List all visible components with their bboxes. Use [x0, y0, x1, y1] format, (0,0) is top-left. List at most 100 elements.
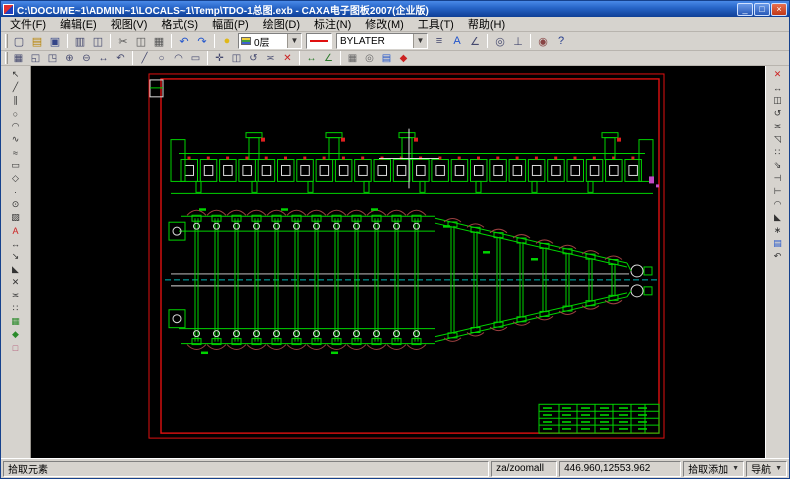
mirror-tool[interactable]: ≍ [5, 289, 27, 302]
block-tool[interactable]: ▦ [5, 315, 27, 328]
arc-tool[interactable]: ◠ [5, 120, 27, 133]
undo-button[interactable]: ↶ [175, 33, 193, 49]
rotate-button[interactable]: ↺ [245, 52, 262, 65]
snap-button[interactable]: ◎ [361, 52, 378, 65]
eraser-tool[interactable]: □ [5, 341, 27, 354]
print-preview-button[interactable]: ◫ [89, 33, 107, 49]
nav-mode-dropdown[interactable]: 导航 ▼ [746, 460, 787, 477]
point-snap-button[interactable]: ◎ [491, 33, 509, 49]
rect-tool[interactable]: ▭ [5, 159, 27, 172]
copy-tool[interactable]: ◫ [769, 94, 787, 107]
cut-button[interactable]: ✂ [114, 33, 132, 49]
new-button[interactable]: ▢ [10, 33, 28, 49]
zoom-out-button[interactable]: ⊖ [78, 52, 95, 65]
zoom-in-button[interactable]: ⊕ [61, 52, 78, 65]
pan-button[interactable]: ↔ [95, 52, 112, 65]
move-button[interactable]: ✛ [211, 52, 228, 65]
current-color-button[interactable] [306, 33, 332, 49]
close-button[interactable]: × [771, 2, 787, 16]
ellipse-tool[interactable]: ⊙ [5, 198, 27, 211]
scale-tool[interactable]: ◹ [769, 133, 787, 146]
spline-tool[interactable]: ∿ [5, 133, 27, 146]
paste-button[interactable]: ▦ [150, 33, 168, 49]
menu-help[interactable]: 帮助(H) [461, 15, 512, 33]
select-tool[interactable]: ↖ [5, 68, 27, 81]
zoom-all-button[interactable]: ◳ [44, 52, 61, 65]
rect-button[interactable]: ▭ [187, 52, 204, 65]
menu-format[interactable]: 格式(S) [154, 15, 205, 33]
properties-tool[interactable]: ▤ [769, 237, 787, 250]
polyline-tool[interactable]: ≈ [5, 146, 27, 159]
about-button[interactable]: ◆ [395, 52, 412, 65]
chevron-down-icon[interactable]: ▼ [287, 34, 301, 48]
text-tool[interactable]: A [5, 224, 27, 237]
menu-file[interactable]: 文件(F) [3, 15, 53, 33]
copy2-button[interactable]: ◫ [228, 52, 245, 65]
maximize-button[interactable]: □ [754, 2, 770, 16]
zoom-window-button[interactable]: ◱ [27, 52, 44, 65]
circle-button[interactable]: ○ [153, 52, 170, 65]
chevron-down-icon[interactable]: ▼ [413, 34, 427, 48]
dim-angle-button[interactable]: ∠ [320, 52, 337, 65]
chamfer-tool[interactable]: ◣ [5, 263, 27, 276]
menu-draw[interactable]: 绘图(D) [256, 15, 307, 33]
menu-tools[interactable]: 工具(T) [411, 15, 461, 33]
break-tool[interactable]: ✕ [5, 276, 27, 289]
mirror-button[interactable]: ≍ [262, 52, 279, 65]
polygon-tool[interactable]: ◇ [5, 172, 27, 185]
array2-tool[interactable]: ∷ [769, 146, 787, 159]
minimize-button[interactable]: _ [737, 2, 753, 16]
textstyle-button[interactable]: A [448, 33, 466, 49]
hatch-tool[interactable]: ▨ [5, 211, 27, 224]
line-button[interactable]: ╱ [136, 52, 153, 65]
point-tool[interactable]: · [5, 185, 27, 198]
dimstyle-button[interactable]: ∠ [466, 33, 484, 49]
prev-view-button[interactable]: ↶ [112, 52, 129, 65]
linetype-combo[interactable]: BYLATER ▼ [336, 33, 428, 49]
mirror2-tool[interactable]: ≍ [769, 120, 787, 133]
chevron-down-icon[interactable]: ▼ [732, 465, 739, 472]
grid-button[interactable]: ▦ [344, 52, 361, 65]
help-button[interactable]: ? [552, 33, 570, 49]
drawing-canvas[interactable] [31, 66, 765, 458]
fillet-tool[interactable]: ◠ [769, 198, 787, 211]
chamfer2-tool[interactable]: ◣ [769, 211, 787, 224]
menu-edit[interactable]: 编辑(E) [53, 15, 104, 33]
menu-sheet[interactable]: 幅面(P) [205, 15, 256, 33]
copy-button[interactable]: ◫ [132, 33, 150, 49]
settings-button[interactable]: ▤ [378, 52, 395, 65]
query-button[interactable]: ◉ [534, 33, 552, 49]
extend-tool[interactable]: ⊢ [769, 185, 787, 198]
save-button[interactable]: ▣ [46, 33, 64, 49]
open-button[interactable]: ▤ [28, 33, 46, 49]
linewidth-button[interactable]: ≡ [430, 33, 448, 49]
line-tool[interactable]: ╱ [5, 81, 27, 94]
cad-drawing[interactable] [31, 66, 765, 458]
delete-tool[interactable]: ✕ [769, 68, 787, 81]
toolbar-grip[interactable] [5, 52, 8, 64]
command-prompt[interactable]: 拾取元素 [3, 460, 490, 477]
toolbar-grip[interactable] [5, 33, 8, 49]
stretch-tool[interactable]: ⇘ [769, 159, 787, 172]
dim-linear-button[interactable]: ↔ [303, 52, 320, 65]
leader-tool[interactable]: ↘ [5, 250, 27, 263]
array-tool[interactable]: ∷ [5, 302, 27, 315]
explode-tool[interactable]: ∗ [769, 224, 787, 237]
print-button[interactable]: ▥ [71, 33, 89, 49]
undo2-tool[interactable]: ↶ [769, 250, 787, 263]
rotate-tool[interactable]: ↺ [769, 107, 787, 120]
pick-mode-dropdown[interactable]: 拾取添加 ▼ [683, 460, 745, 477]
parallel-tool[interactable]: ∥ [5, 94, 27, 107]
ortho-button[interactable]: ⊥ [509, 33, 527, 49]
move-tool[interactable]: ↔ [769, 81, 787, 94]
menu-view[interactable]: 视图(V) [104, 15, 155, 33]
dim-tool[interactable]: ↔ [5, 237, 27, 250]
arc-button[interactable]: ◠ [170, 52, 187, 65]
library-tool[interactable]: ◆ [5, 328, 27, 341]
delete-button[interactable]: ✕ [279, 52, 296, 65]
layer-combo[interactable]: 0层 ▼ [238, 33, 302, 49]
redo-button[interactable]: ↷ [193, 33, 211, 49]
trim-tool[interactable]: ⊣ [769, 172, 787, 185]
menu-modify[interactable]: 修改(M) [358, 15, 411, 33]
redraw-button[interactable]: ▦ [10, 52, 27, 65]
